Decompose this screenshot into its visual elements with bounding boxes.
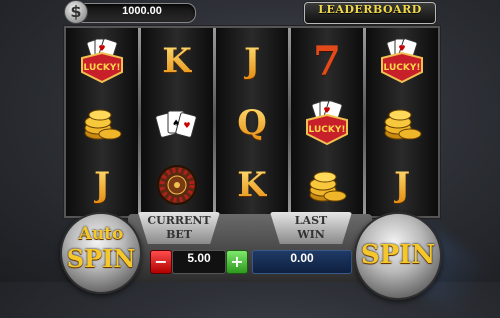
svg-text:♥: ♥ — [323, 106, 330, 115]
spin-label: SPIN — [360, 240, 436, 270]
svg-text:♥: ♥ — [98, 44, 105, 53]
lucky-text: LUCKY! — [84, 63, 121, 73]
reel-4: 7 ♥ LUCKY! — [291, 28, 363, 216]
svg-text:♥: ♥ — [398, 44, 405, 53]
last-win-label: LAST WIN — [270, 212, 352, 244]
lucky-card-badge-icon: ♥ LUCKY! — [81, 38, 123, 84]
lucky-text: LUCKY! — [309, 125, 346, 135]
symbol-lucky-badge: ♥ LUCKY! — [66, 30, 138, 92]
symbol-letter: J — [93, 165, 111, 205]
last-win-value: 0.00 — [252, 250, 352, 274]
current-bet-value: 5.00 — [172, 250, 226, 274]
spin-button[interactable]: SPIN — [354, 212, 442, 300]
symbol-q: Q — [216, 92, 288, 154]
svg-text:♥: ♥ — [183, 121, 190, 130]
symbol-playing-cards: ♠ ♥ — [141, 92, 213, 154]
control-bar: CURRENT BET LAST WIN − 5.00 + 0.00 Auto … — [0, 210, 500, 300]
symbol-seven: 7 — [291, 30, 363, 92]
reel-2: K ♠ ♥ — [141, 28, 213, 216]
symbol-roulette — [141, 154, 213, 216]
lucky-card-badge-icon: ♥ LUCKY! — [306, 100, 348, 146]
reel-5: ♥ LUCKY! J — [366, 28, 438, 216]
increase-bet-button[interactable]: + — [226, 250, 248, 274]
current-bet-line1: CURRENT — [147, 214, 211, 227]
slot-reels: ♥ LUCKY! J K ♠ ♥ J Q K 7 ♥ LUCKY! ♥ LUCK… — [64, 26, 440, 218]
symbol-letter: J — [393, 165, 411, 205]
reel-3: J Q K — [216, 28, 288, 216]
symbol-letter: K — [237, 165, 267, 205]
gold-coins-icon — [384, 109, 422, 140]
symbol-gold-coins — [366, 92, 438, 154]
symbol-lucky-badge: ♥ LUCKY! — [291, 92, 363, 154]
symbol-j: J — [366, 154, 438, 216]
symbol-k: K — [216, 154, 288, 216]
lucky-text: LUCKY! — [384, 63, 421, 73]
auto-spin-line1: Auto — [78, 224, 124, 244]
current-bet-line2: BET — [166, 228, 192, 241]
symbol-gold-coins — [66, 92, 138, 154]
svg-text:♠: ♠ — [172, 119, 180, 129]
auto-spin-line2: SPIN — [66, 244, 136, 273]
balance-value: 1000.00 — [122, 5, 162, 17]
symbol-seven-text: 7 — [313, 37, 341, 85]
symbol-letter: J — [243, 41, 261, 81]
leaderboard-button[interactable]: LEADERBOARD — [304, 2, 436, 24]
reel-1: ♥ LUCKY! J — [66, 28, 138, 216]
roulette-wheel-icon — [157, 165, 197, 205]
lucky-card-badge-icon: ♥ LUCKY! — [381, 38, 423, 84]
dollar-icon: $ — [64, 0, 88, 24]
symbol-k: K — [141, 30, 213, 92]
top-bar: 1000.00 $ LEADERBOARD — [0, 0, 500, 26]
symbol-j: J — [216, 30, 288, 92]
symbol-letter: Q — [237, 103, 267, 143]
playing-cards-icon: ♠ ♥ — [155, 110, 197, 138]
last-win-line2: WIN — [297, 228, 325, 241]
symbol-gold-coins — [291, 154, 363, 216]
symbol-letter: K — [162, 41, 192, 81]
symbol-lucky-badge: ♥ LUCKY! — [366, 30, 438, 92]
current-bet-label: CURRENT BET — [138, 212, 220, 244]
symbol-j: J — [66, 154, 138, 216]
last-win-line1: LAST — [294, 214, 328, 227]
gold-coins-icon — [84, 109, 122, 140]
decrease-bet-button[interactable]: − — [150, 250, 172, 274]
gold-coins-icon — [309, 171, 347, 202]
